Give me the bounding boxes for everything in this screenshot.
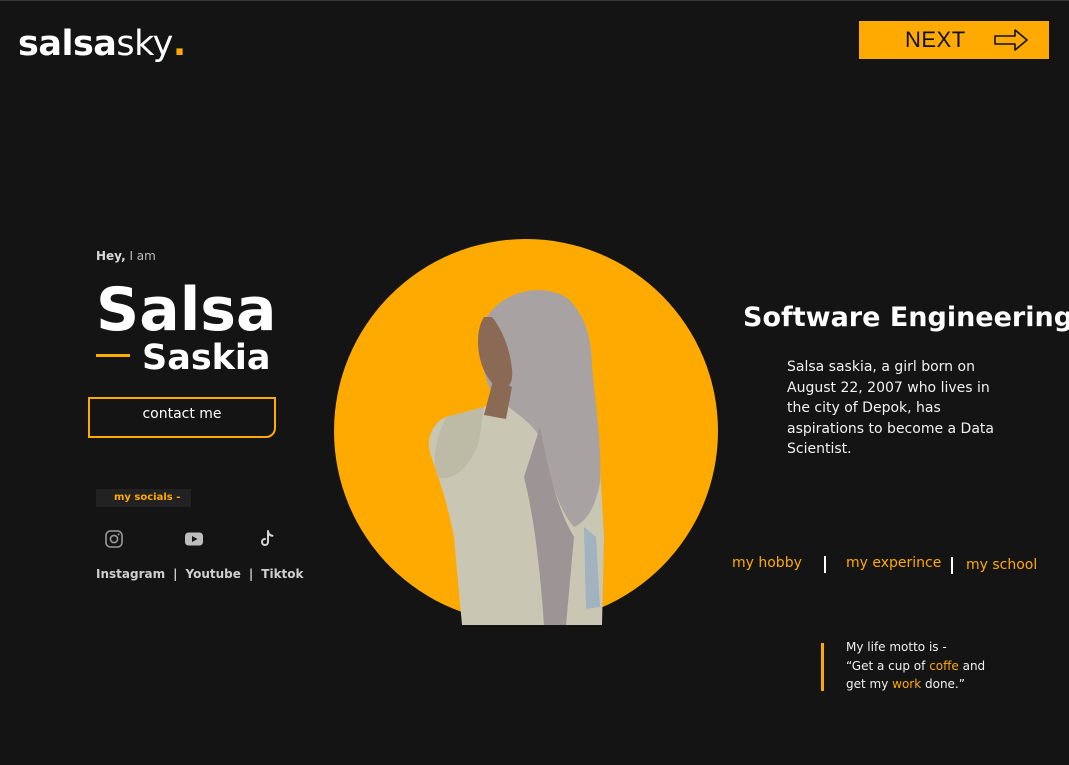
link-divider [951,557,953,574]
first-name-heading: Salsa [96,275,277,345]
next-button[interactable]: NEXT [859,21,1049,59]
social-separator: | [173,567,178,581]
bio-text: Salsa saskia, a girl born on August 22, … [787,359,994,457]
role-title: Software Engineering [743,302,1069,333]
logo-part-sky: sky [116,24,173,64]
logo-part-salsa: salsa [18,24,117,64]
social-labels: Instagram | Youtube | Tiktok [96,567,304,581]
link-my-school[interactable]: my school [966,557,1037,573]
top-border [0,0,1069,1]
greeting: Hey, I am [96,249,156,263]
social-label-youtube[interactable]: Youtube [185,567,240,581]
motto-quote-end: done.” [921,677,965,691]
social-separator: | [248,567,254,581]
next-button-label: NEXT [905,27,966,52]
greeting-bold: Hey, [96,249,126,263]
brand-logo[interactable]: salsasky. [18,24,186,64]
life-motto: My life motto is - “Get a cup of coffe a… [846,638,1006,694]
accent-dash [96,354,130,357]
tiktok-icon[interactable] [257,529,277,549]
link-my-experince[interactable]: my experince [846,555,941,571]
hero-portrait [334,239,718,625]
logo-dot: . [172,24,186,64]
instagram-icon[interactable] [104,529,124,549]
motto-quote: “Get a cup of coffe and get my work done… [846,657,1006,694]
arrow-right-icon [994,29,1028,51]
link-divider [824,556,826,573]
social-label-instagram[interactable]: Instagram [96,567,165,581]
last-name-heading: Saskia [142,338,271,378]
motto-highlight-work: work [892,677,922,691]
greeting-rest: I am [125,249,156,263]
link-my-hobby[interactable]: my hobby [732,555,802,571]
motto-accent-bar [821,643,824,691]
youtube-icon[interactable] [184,529,204,549]
motto-quote-start: “Get a cup of [846,658,930,673]
motto-highlight-coffe: coffe [929,658,959,673]
motto-intro: My life motto is - [846,640,947,654]
social-label-tiktok[interactable]: Tiktok [261,567,303,581]
socials-tag: my socials - [96,489,191,507]
contact-me-button[interactable]: contact me [88,397,276,438]
